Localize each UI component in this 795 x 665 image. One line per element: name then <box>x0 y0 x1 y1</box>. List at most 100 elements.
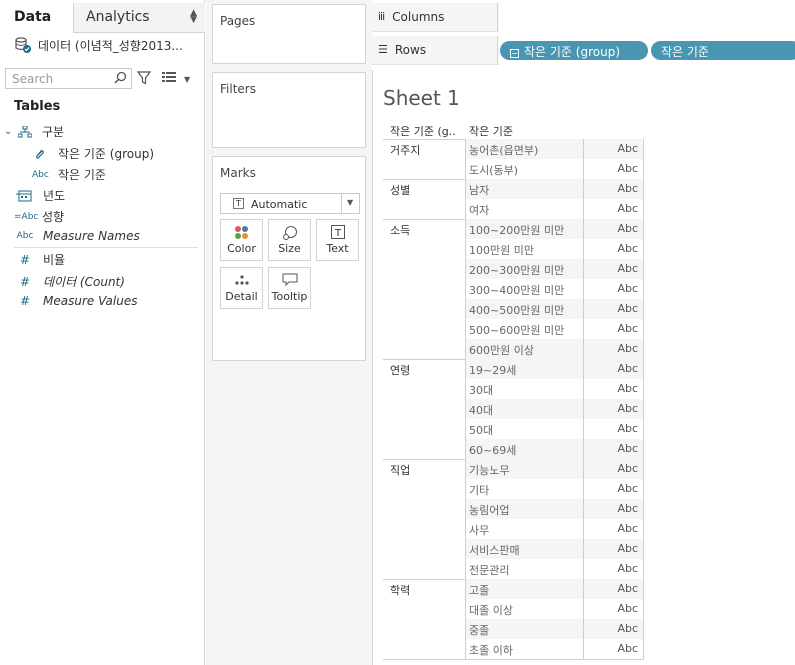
cell-value[interactable]: Abc <box>617 362 638 375</box>
cell-value[interactable]: Abc <box>617 442 638 455</box>
cell-value[interactable]: Abc <box>617 402 638 415</box>
cell-value[interactable]: Abc <box>617 162 638 175</box>
row-label[interactable]: 300~400만원 미만 <box>469 282 564 298</box>
field-작은기준-group[interactable]: 작은 기준 (group) <box>34 145 154 162</box>
row-label[interactable]: 서비스판매 <box>469 542 520 558</box>
row-pill-group[interactable]: − 작은 기준 (group) <box>500 41 648 60</box>
row-label[interactable]: 사무 <box>469 522 489 538</box>
table-row[interactable]: 대졸 이상 Abc <box>383 599 644 619</box>
cell-value[interactable]: Abc <box>617 342 638 355</box>
table-row[interactable]: 기타 Abc <box>383 479 644 499</box>
cell-value[interactable]: Abc <box>617 282 638 295</box>
table-row[interactable]: 100만원 미만 Abc <box>383 239 644 259</box>
pages-card[interactable]: Pages <box>212 4 366 64</box>
chevron-down-icon[interactable]: ▼ <box>184 75 190 84</box>
row-label[interactable]: 30대 <box>469 382 493 398</box>
cell-value[interactable]: Abc <box>617 262 638 275</box>
cell-value[interactable]: Abc <box>617 502 638 515</box>
row-label[interactable]: 19~29세 <box>469 362 516 378</box>
cell-value[interactable]: Abc <box>617 302 638 315</box>
row-label[interactable]: 100~200만원 미만 <box>469 222 564 238</box>
cell-value[interactable]: Abc <box>617 242 638 255</box>
row-label[interactable]: 200~300만원 미만 <box>469 262 564 278</box>
row-header-small[interactable]: 작은 기준 <box>469 123 513 139</box>
table-row[interactable]: 중졸 Abc <box>383 619 644 639</box>
cell-value[interactable]: Abc <box>617 642 638 655</box>
cell-value[interactable]: Abc <box>617 622 638 635</box>
field-성향[interactable]: =Abc 성향 <box>14 208 64 225</box>
cell-value[interactable]: Abc <box>617 182 638 195</box>
row-label[interactable]: 남자 <box>469 182 489 198</box>
table-row[interactable]: 전문관리 Abc <box>383 559 644 579</box>
cell-value[interactable]: Abc <box>617 322 638 335</box>
tab-arrows-icon[interactable]: ▲ ▼ <box>190 9 197 25</box>
chevron-down-icon[interactable]: ⌄ <box>4 126 18 137</box>
cell-value[interactable]: Abc <box>617 562 638 575</box>
cell-value[interactable]: Abc <box>617 602 638 615</box>
cell-value[interactable]: Abc <box>617 202 638 215</box>
columns-drop-area[interactable] <box>499 3 795 32</box>
field-년도[interactable]: 년도 <box>16 187 65 204</box>
row-label[interactable]: 500~600만원 미만 <box>469 322 564 338</box>
row-label[interactable]: 고졸 <box>469 582 489 598</box>
datasource-item[interactable]: 데이터 (이념적_성향2013... <box>14 36 183 54</box>
table-row[interactable]: 사무 Abc <box>383 519 644 539</box>
color-button[interactable]: Color <box>220 219 263 261</box>
cell-value[interactable]: Abc <box>617 222 638 235</box>
table-row[interactable]: 초졸 이하 Abc <box>383 639 644 659</box>
table-row[interactable]: 400~500만원 미만 Abc <box>383 299 644 319</box>
table-row[interactable]: 도시(동부) Abc <box>383 159 644 179</box>
table-row[interactable]: 농림어업 Abc <box>383 499 644 519</box>
row-label[interactable]: 농림어업 <box>469 502 509 518</box>
filter-icon[interactable] <box>137 71 151 85</box>
cell-value[interactable]: Abc <box>617 522 638 535</box>
cell-value[interactable]: Abc <box>617 542 638 555</box>
text-button[interactable]: T Text <box>316 219 359 261</box>
table-row[interactable]: 남자 Abc <box>383 179 644 199</box>
cell-value[interactable]: Abc <box>617 142 638 155</box>
chevron-down-icon[interactable]: ▼ <box>347 198 353 207</box>
field-measure-values[interactable]: # Measure Values <box>20 294 137 308</box>
row-label[interactable]: 중졸 <box>469 622 489 638</box>
table-row[interactable]: 고졸 Abc <box>383 579 644 599</box>
field-구분[interactable]: ⌄ 구분 <box>4 123 64 140</box>
cell-value[interactable]: Abc <box>617 422 638 435</box>
filters-card[interactable]: Filters <box>212 72 366 148</box>
row-label[interactable]: 전문관리 <box>469 562 509 578</box>
row-pill-small[interactable]: 작은 기준 <box>651 41 795 60</box>
table-row[interactable]: 19~29세 Abc <box>383 359 644 379</box>
cell-value[interactable]: Abc <box>617 482 638 495</box>
table-row[interactable]: 200~300만원 미만 Abc <box>383 259 644 279</box>
row-header-group[interactable]: 작은 기준 (g.. <box>390 123 456 139</box>
row-label[interactable]: 100만원 미만 <box>469 242 534 258</box>
table-row[interactable]: 100~200만원 미만 Abc <box>383 219 644 239</box>
field-작은기준[interactable]: Abc 작은 기준 <box>32 166 106 183</box>
row-label[interactable]: 기타 <box>469 482 489 498</box>
view-list-icon[interactable] <box>162 72 176 84</box>
row-label[interactable]: 400~500만원 미만 <box>469 302 564 318</box>
size-button[interactable]: Size <box>268 219 311 261</box>
cell-value[interactable]: Abc <box>617 582 638 595</box>
table-row[interactable]: 600만원 이상 Abc <box>383 339 644 359</box>
table-row[interactable]: 50대 Abc <box>383 419 644 439</box>
row-label[interactable]: 여자 <box>469 202 489 218</box>
row-label[interactable]: 60~69세 <box>469 442 516 458</box>
tooltip-button[interactable]: Tooltip <box>268 267 311 309</box>
table-row[interactable]: 60~69세 Abc <box>383 439 644 459</box>
row-label[interactable]: 40대 <box>469 402 493 418</box>
row-label[interactable]: 농어촌(읍면부) <box>469 142 538 158</box>
table-row[interactable]: 500~600만원 미만 Abc <box>383 319 644 339</box>
table-row[interactable]: 30대 Abc <box>383 379 644 399</box>
table-row[interactable]: 농어촌(읍면부) Abc <box>383 139 644 159</box>
sheet-title[interactable]: Sheet 1 <box>383 86 460 110</box>
table-row[interactable]: 40대 Abc <box>383 399 644 419</box>
row-label[interactable]: 대졸 이상 <box>469 602 513 618</box>
row-label[interactable]: 600만원 이상 <box>469 342 534 358</box>
field-measure-names[interactable]: Abc Measure Names <box>16 229 140 243</box>
tab-analytics[interactable]: Analytics ▲ ▼ <box>74 3 205 33</box>
row-label[interactable]: 50대 <box>469 422 493 438</box>
search-input[interactable]: Search <box>5 68 132 89</box>
table-row[interactable]: 기능노무 Abc <box>383 459 644 479</box>
cell-value[interactable]: Abc <box>617 382 638 395</box>
field-데이터-count[interactable]: # 데이터 (Count) <box>20 273 125 290</box>
